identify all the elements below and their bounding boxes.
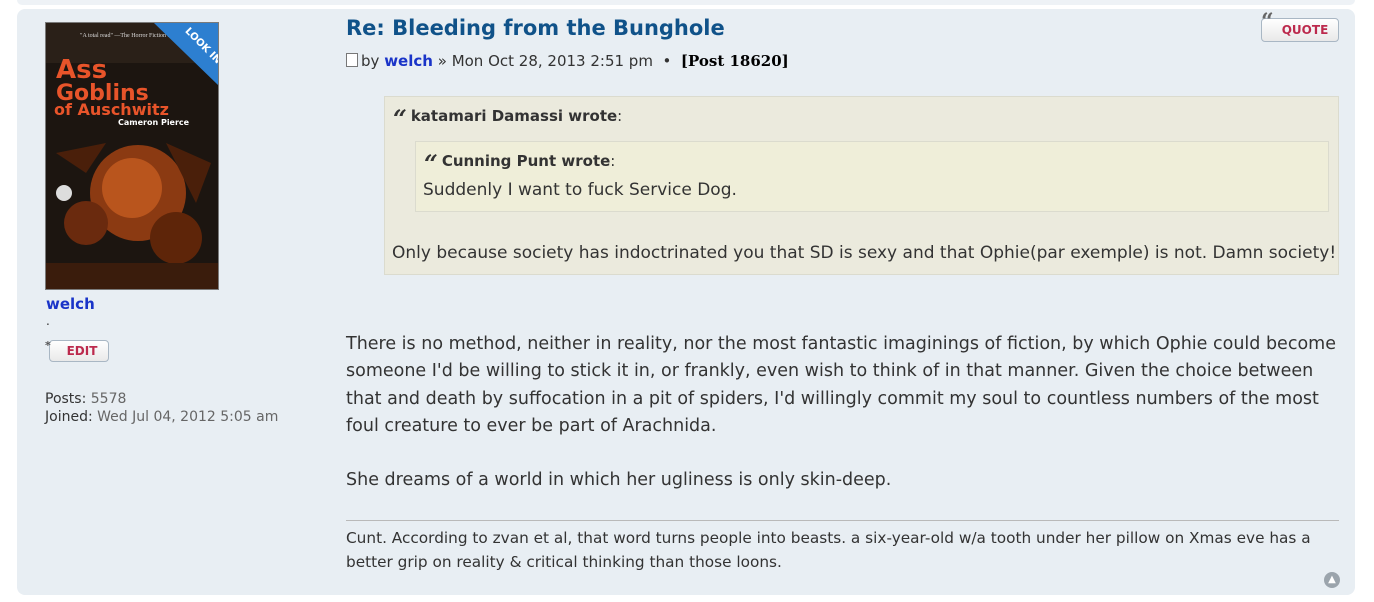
quote-cite-icon: “ — [393, 104, 407, 133]
signature-divider — [346, 520, 1339, 521]
bullet: • — [662, 52, 672, 70]
quote-inner-cite: “Cunning Punt wrote: — [424, 149, 615, 178]
post-body-paragraph-1: There is no method, neither in reality, … — [346, 334, 1336, 436]
edit-star-icon: * — [45, 339, 51, 352]
by-label: by — [361, 52, 380, 70]
quote-mark-icon: “ — [1261, 9, 1274, 35]
profile-joined: Joined: Wed Jul 04, 2012 5:05 am — [45, 409, 278, 425]
author-separator: » — [437, 52, 447, 70]
avatar-author: Cameron Pierce — [118, 118, 190, 127]
post-title[interactable]: Re: Bleeding from the Bunghole — [346, 16, 725, 40]
quote-outer-author: katamari Damassi wrote — [410, 107, 618, 125]
back-to-top-icon[interactable]: ▲ — [1324, 572, 1340, 588]
avatar-title-3: of Auschwitz — [54, 100, 169, 119]
edit-button-label: EDIT — [66, 344, 98, 358]
post-icon[interactable] — [346, 53, 358, 67]
joined-value: Wed Jul 04, 2012 5:05 am — [97, 409, 279, 425]
profile-rank: . — [46, 314, 50, 328]
posts-value[interactable]: 5578 — [91, 391, 127, 407]
quote-button-label: QUOTE — [1281, 23, 1329, 37]
quote-inner-colon: : — [610, 152, 616, 170]
post-body-paragraph-2: She dreams of a world in which her uglin… — [346, 470, 892, 490]
quote-inner-author: Cunning Punt wrote — [441, 152, 611, 170]
profile-posts: Posts: 5578 — [45, 391, 126, 407]
profile-username[interactable]: welch — [46, 295, 95, 313]
joined-label: Joined: — [45, 409, 93, 425]
signature: Cunt. According to zvan et al, that word… — [346, 529, 1311, 571]
previous-post-edge — [17, 0, 1355, 5]
quote-outer-colon: : — [617, 107, 623, 125]
quote-button[interactable]: “ QUOTE — [1261, 11, 1339, 42]
posts-label: Posts: — [45, 391, 87, 407]
avatar[interactable]: "A total read" —The Horror Fiction Revie… — [45, 22, 219, 290]
post-author-link[interactable]: welch — [384, 52, 433, 70]
avatar-book-cover: "A total read" —The Horror Fiction Revie… — [46, 23, 218, 289]
post-number: [Post 18620] — [680, 52, 789, 70]
edit-button[interactable]: * EDIT — [45, 339, 109, 362]
quote-outer-cite: “katamari Damassi wrote: — [393, 104, 622, 133]
post-date: Mon Oct 28, 2013 2:51 pm — [451, 52, 653, 70]
quote-inner-text: Suddenly I want to fuck Service Dog. — [423, 180, 737, 200]
quote-cite-icon: “ — [424, 149, 438, 178]
post-author-line: by welch » Mon Oct 28, 2013 2:51 pm • [P… — [346, 52, 789, 70]
quote-outer-text: Only because society has indoctrinated y… — [392, 243, 1337, 263]
